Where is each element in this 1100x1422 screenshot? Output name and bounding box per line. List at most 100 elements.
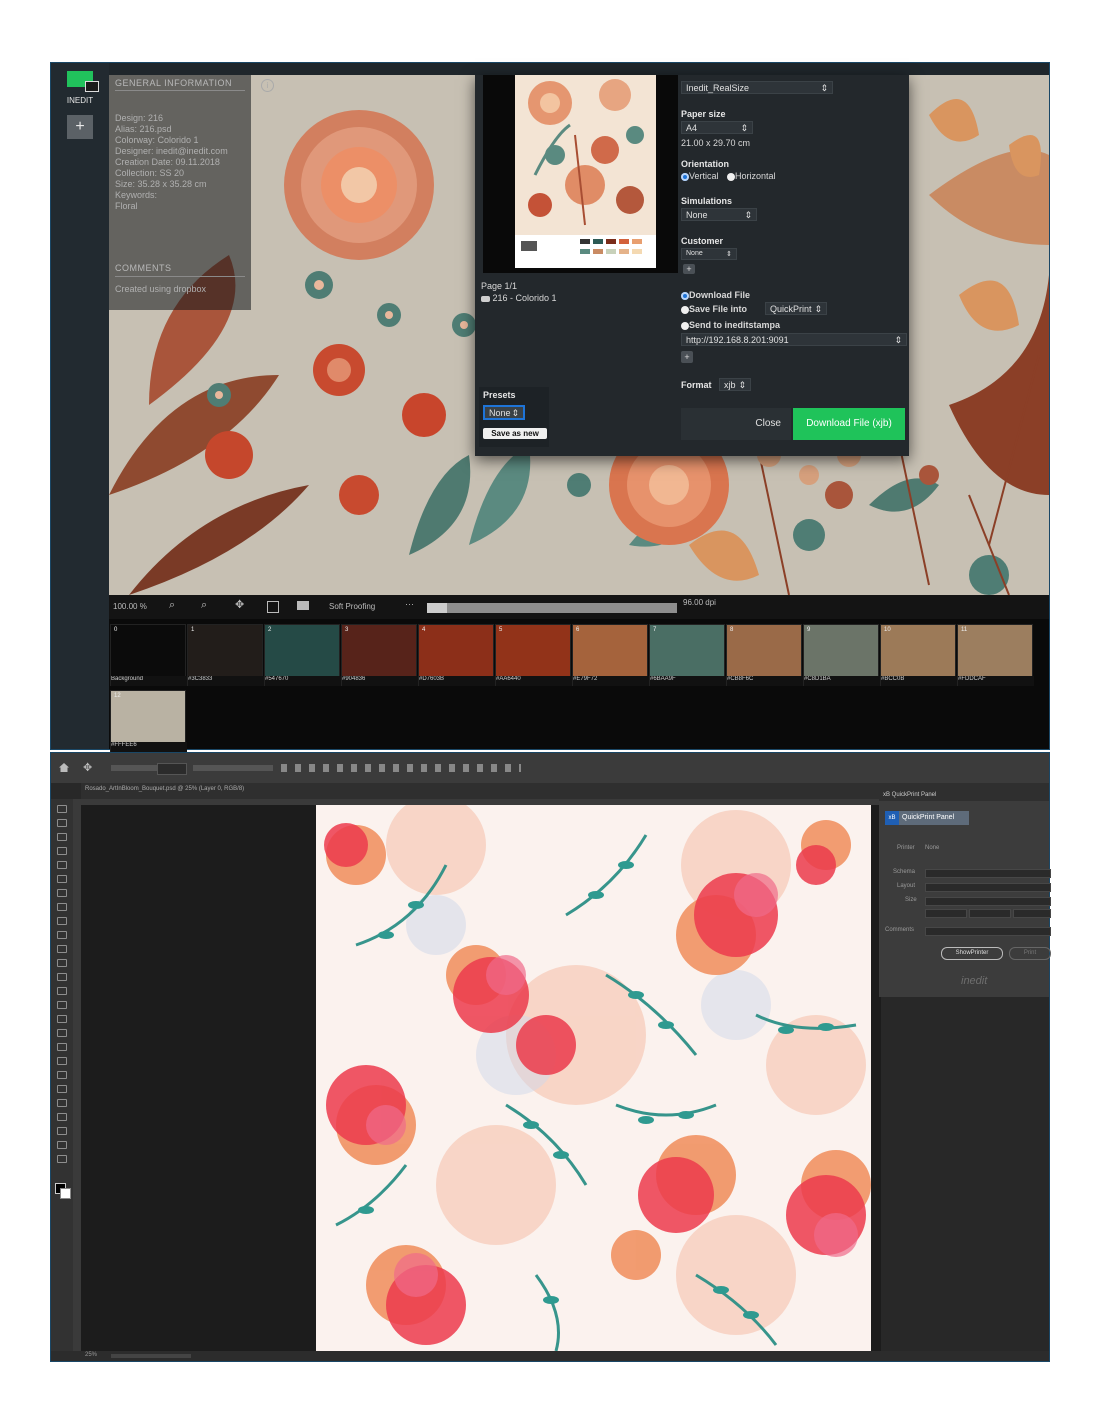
add-customer-button[interactable]: +: [683, 264, 695, 274]
align-icons[interactable]: [281, 764, 521, 772]
width-field[interactable]: [925, 909, 967, 918]
tool-icon[interactable]: [57, 889, 67, 897]
radio-save-file-into[interactable]: [681, 305, 689, 314]
tool-icon[interactable]: [57, 959, 67, 967]
move-tool-icon[interactable]: ✥: [83, 761, 92, 774]
palette-swatch[interactable]: 0 Background: [110, 624, 187, 686]
palette-swatch[interactable]: 1 #3C3833: [187, 624, 264, 686]
fit-icon[interactable]: [267, 601, 279, 613]
panel-tab[interactable]: QuickPrint Panel: [899, 811, 969, 825]
tool-icon[interactable]: [57, 1043, 67, 1051]
image-icon[interactable]: [297, 601, 309, 610]
tool-icon[interactable]: [57, 861, 67, 869]
tool-icon[interactable]: [57, 903, 67, 911]
tool-icon[interactable]: [57, 1085, 67, 1093]
tool-icon[interactable]: [57, 1071, 67, 1079]
ps-document-canvas[interactable]: [316, 805, 871, 1351]
page-item[interactable]: 216 - Colorido 1: [481, 293, 557, 303]
radio-vertical[interactable]: [681, 172, 689, 181]
tool-icon[interactable]: [57, 987, 67, 995]
tool-icon[interactable]: [57, 973, 67, 981]
send-to-option[interactable]: Send to ineditstampa: [681, 320, 780, 330]
tool-icon[interactable]: [57, 1099, 67, 1107]
radio-send-to[interactable]: [681, 321, 689, 330]
palette-swatch[interactable]: 3 #904836: [341, 624, 418, 686]
tool-icon[interactable]: [57, 833, 67, 841]
palette-swatch[interactable]: 12 #FFFEE6: [110, 690, 187, 752]
palette-swatch[interactable]: 2 #547670: [264, 624, 341, 686]
zoom-value[interactable]: 100.00 %: [113, 602, 147, 611]
size-field[interactable]: [925, 897, 1051, 906]
palette-swatch[interactable]: 6 #E79F72: [572, 624, 649, 686]
tool-icon[interactable]: [57, 1113, 67, 1121]
palette-swatch[interactable]: 7 #6BAA9F: [649, 624, 726, 686]
close-button[interactable]: Close: [681, 408, 791, 440]
zoom-out-icon[interactable]: ⌕: [201, 599, 207, 612]
quickprint-select[interactable]: QuickPrint ⇕: [765, 302, 827, 315]
slider-handle[interactable]: [427, 603, 447, 613]
layer-select[interactable]: [157, 763, 187, 775]
schema-label: Schema: [893, 869, 916, 875]
zoom-in-icon[interactable]: ⌕: [169, 599, 175, 612]
more-icon[interactable]: ···: [405, 599, 414, 609]
palette-swatch[interactable]: 11 #FDDCAF: [957, 624, 1034, 686]
url-select[interactable]: http://192.168.8.201:9091 ⇕: [681, 333, 907, 346]
tool-icon[interactable]: [57, 931, 67, 939]
tool-icon[interactable]: [57, 945, 67, 953]
tool-icon[interactable]: [57, 1057, 67, 1065]
profile-select[interactable]: Inedit_RealSize ⇕: [681, 81, 833, 94]
doc-tab[interactable]: Rosado_ArtInBloom_Bouquet.psd @ 25% (Lay…: [85, 786, 244, 792]
tool-icon[interactable]: [57, 1001, 67, 1009]
dpi-slider[interactable]: [427, 603, 677, 613]
palette-swatch[interactable]: 9 #C8D1BA: [803, 624, 880, 686]
tool-icon[interactable]: [57, 1127, 67, 1135]
add-destination-button[interactable]: +: [681, 351, 693, 363]
tool-icon[interactable]: [57, 819, 67, 827]
print-button[interactable]: Print: [1009, 947, 1051, 960]
tool-icon[interactable]: [57, 1015, 67, 1023]
download-file-option[interactable]: Download File: [681, 290, 750, 300]
tool-icon[interactable]: [57, 917, 67, 925]
tool-icon[interactable]: [57, 1141, 67, 1149]
save-as-new-button[interactable]: Save as new: [483, 428, 547, 439]
radio-download-file[interactable]: [681, 291, 689, 300]
customer-select[interactable]: None ⇕: [681, 248, 737, 260]
profile-value: Inedit_RealSize: [686, 83, 750, 93]
download-file-label: Download File: [689, 290, 751, 300]
swatch-number: 7: [653, 627, 657, 633]
info-icon[interactable]: i: [261, 79, 274, 92]
orientation-vertical[interactable]: Vertical: [681, 171, 719, 181]
schema-field[interactable]: [925, 869, 1051, 878]
comments-field[interactable]: [925, 927, 1051, 936]
simulations-select[interactable]: None ⇕: [681, 208, 757, 221]
show-printer-button[interactable]: ShowPrinter: [941, 947, 1003, 960]
show-transform-controls[interactable]: [193, 765, 273, 771]
status-zoom: 25%: [85, 1352, 98, 1358]
tool-icon[interactable]: [57, 847, 67, 855]
info-alias: Alias: 216.psd: [115, 124, 172, 134]
tool-icon[interactable]: [57, 1029, 67, 1037]
format-select[interactable]: xjb ⇕: [719, 378, 751, 391]
radio-horizontal[interactable]: [727, 172, 735, 181]
download-file-button[interactable]: Download File (xjb): [793, 408, 905, 440]
unit-field[interactable]: [1013, 909, 1051, 918]
layout-field[interactable]: [925, 883, 1051, 892]
palette-swatch[interactable]: 8 #CB8F6C: [726, 624, 803, 686]
palette-swatch[interactable]: 4 #D7603B: [418, 624, 495, 686]
palette-swatch[interactable]: 10 #BCC0B: [880, 624, 957, 686]
presets-select[interactable]: None ⇕: [483, 405, 525, 420]
tool-icon[interactable]: [57, 1155, 67, 1163]
paper-size-select[interactable]: A4 ⇕: [681, 121, 753, 134]
height-field[interactable]: [969, 909, 1011, 918]
soft-proofing-label[interactable]: Soft Proofing: [329, 602, 375, 611]
tool-icon[interactable]: [57, 875, 67, 883]
save-file-into-option[interactable]: Save File into: [681, 304, 747, 314]
background-color-icon[interactable]: [60, 1188, 71, 1199]
swatch-number: 4: [422, 627, 426, 633]
pan-icon[interactable]: ✥: [235, 598, 244, 611]
add-button[interactable]: +: [67, 115, 93, 139]
palette-swatch[interactable]: 5 #AA6440: [495, 624, 572, 686]
home-icon[interactable]: [59, 763, 69, 772]
orientation-horizontal[interactable]: Horizontal: [727, 171, 776, 181]
tool-icon[interactable]: [57, 805, 67, 813]
